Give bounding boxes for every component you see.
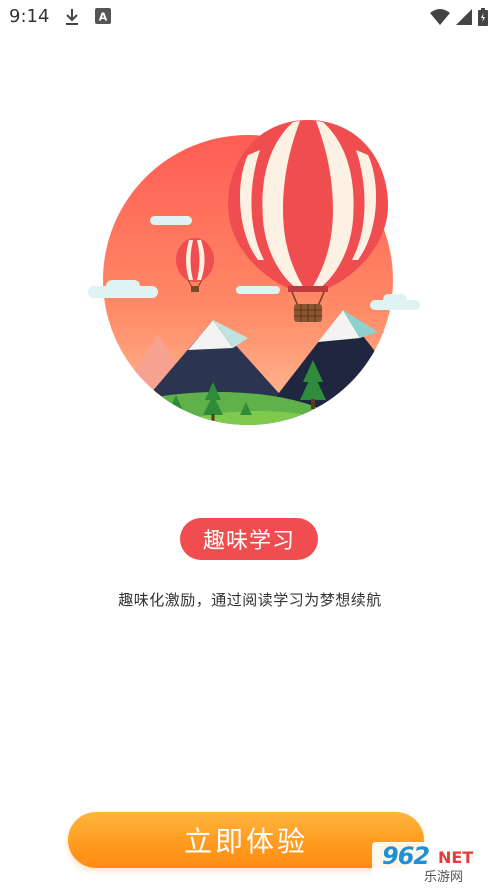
watermark-net: NET: [438, 848, 474, 867]
feature-badge: 趣味学习: [180, 518, 318, 560]
svg-text:A: A: [99, 11, 108, 24]
keyboard-a-icon: A: [95, 8, 111, 28]
signal-icon: [456, 9, 472, 29]
site-watermark: 962 NET 乐游网: [372, 842, 494, 885]
feature-badge-label: 趣味学习: [202, 529, 295, 554]
feature-description: 趣味化激励，通过阅读学习为梦想续航: [118, 591, 382, 609]
wifi-icon: [430, 9, 450, 29]
watermark-number: 962: [382, 842, 430, 870]
try-now-button[interactable]: 立即体验: [68, 812, 424, 868]
status-bar: 9:14 A: [0, 0, 500, 34]
download-icon: [64, 8, 80, 30]
status-time: 9:14: [9, 6, 50, 27]
watermark-site-name: 乐游网: [424, 870, 464, 885]
try-now-button-label: 立即体验: [183, 825, 308, 858]
battery-icon: [478, 8, 488, 30]
hot-air-balloon-illustration: [88, 110, 428, 430]
